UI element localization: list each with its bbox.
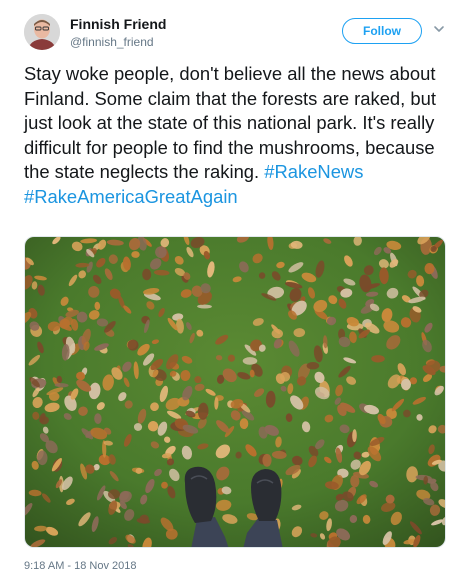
leaf xyxy=(371,355,385,363)
user-handle[interactable]: @finnish_friend xyxy=(70,35,154,49)
chevron-down-icon[interactable] xyxy=(432,22,446,36)
avatar[interactable] xyxy=(24,14,60,50)
follow-button[interactable]: Follow xyxy=(342,18,422,44)
tweet-text: Stay woke people, don't believe all the … xyxy=(24,62,454,209)
leaf xyxy=(306,362,320,370)
hashtag-link[interactable]: #RakeAmericaGreatAgain xyxy=(24,186,238,207)
hashtag-link[interactable]: #RakeNews xyxy=(264,161,363,182)
tweet-photo[interactable] xyxy=(24,236,446,548)
avatar-image xyxy=(24,14,60,50)
leaf xyxy=(262,453,272,467)
leaf xyxy=(424,263,435,275)
tweet-timestamp[interactable]: 9:18 AM - 18 Nov 2018 xyxy=(24,560,137,572)
display-name[interactable]: Finnish Friend xyxy=(70,16,166,32)
leaf xyxy=(242,357,258,365)
tweet-body: Stay woke people, don't believe all the … xyxy=(24,63,436,182)
leaf xyxy=(258,272,266,279)
forest-floor-photo xyxy=(25,237,445,547)
